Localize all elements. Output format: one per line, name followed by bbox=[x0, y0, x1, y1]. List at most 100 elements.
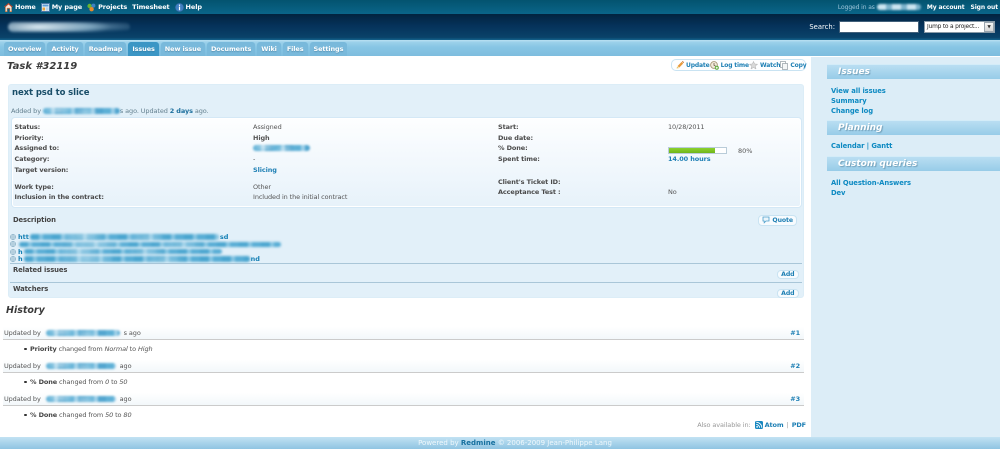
tab-overview[interactable]: Overview bbox=[4, 42, 46, 56]
change-mid: changed from bbox=[58, 344, 103, 353]
project-tabs-bar: Overview Activity Roadmap Issues New iss… bbox=[0, 40, 1000, 56]
redmine-link[interactable]: Redmine bbox=[461, 439, 496, 447]
sidebar-link-calendar[interactable]: Calendar bbox=[831, 142, 864, 150]
sidebar-link-all-question-answers[interactable]: All Question-Answers bbox=[831, 179, 911, 187]
atom-link[interactable]: Atom bbox=[765, 421, 784, 429]
project-tabs: Overview Activity Roadmap Issues New iss… bbox=[4, 42, 349, 56]
sidebar-link-change-log[interactable]: Change log bbox=[831, 107, 873, 115]
quote-button[interactable]: Quote bbox=[758, 214, 797, 226]
updated-ago-link[interactable]: 2 days bbox=[170, 107, 193, 115]
journal-number-link[interactable]: #3 bbox=[790, 393, 800, 406]
menu-item-home[interactable]: Home bbox=[4, 2, 36, 12]
tab-documents[interactable]: Documents bbox=[207, 42, 256, 56]
log-time-button[interactable]: Log time bbox=[709, 60, 750, 70]
change-mid2: to bbox=[129, 344, 136, 353]
sign-out-link[interactable]: Sign out bbox=[971, 4, 999, 11]
attr-label-due-date: Due date: bbox=[498, 133, 533, 142]
description-link[interactable]: h bbox=[10, 248, 223, 256]
search-area: Search: Jump to a project... ▼ bbox=[809, 20, 995, 34]
tab-wiki[interactable]: Wiki bbox=[257, 42, 281, 56]
copyright-label: © 2006-2009 Jean-Philippe Lang bbox=[497, 439, 612, 447]
quote-icon bbox=[762, 216, 770, 224]
pdf-link[interactable]: PDF bbox=[792, 421, 806, 429]
also-available-label: Also available in: bbox=[697, 421, 751, 429]
journal-entry: Updated by s ago #1 Priority changed fro… bbox=[3, 327, 804, 353]
menu-item-help[interactable]: Help bbox=[174, 2, 202, 12]
journal-number-link[interactable]: #2 bbox=[790, 360, 800, 373]
journal-change: % Done changed from 0 to 50 bbox=[3, 378, 804, 386]
search-label: Search: bbox=[809, 23, 835, 31]
tab-roadmap[interactable]: Roadmap bbox=[84, 42, 127, 56]
change-mid2: to bbox=[111, 377, 118, 386]
menu-item-label: My page bbox=[51, 3, 83, 11]
progress-bar bbox=[668, 146, 727, 154]
sidebar-link-view-all-issues[interactable]: View all issues bbox=[831, 87, 886, 95]
menu-item-label: Help bbox=[185, 3, 202, 11]
menu-item-label: Timesheet bbox=[132, 3, 170, 11]
footer: Powered by Redmine © 2006-2009 Jean-Phil… bbox=[0, 437, 1000, 449]
globe-icon bbox=[10, 234, 16, 240]
attr-value-spent-time[interactable]: 14.00 hours bbox=[668, 155, 711, 164]
attr-value-inclusion: Included in the initial contract bbox=[253, 192, 348, 201]
tab-new-issue[interactable]: New issue bbox=[160, 42, 206, 56]
menu-item-my-page[interactable]: My page bbox=[40, 2, 83, 12]
change-field: % Done bbox=[30, 377, 58, 386]
add-label: Add bbox=[781, 270, 795, 278]
menu-item-timesheet[interactable]: Timesheet bbox=[132, 3, 169, 11]
project-jump-select[interactable]: Jump to a project... ▼ bbox=[924, 21, 995, 33]
top-menu: Home My page Projects Timesheet Help bbox=[4, 0, 207, 14]
link-censored bbox=[29, 234, 219, 240]
my-account-link[interactable]: My account bbox=[927, 4, 965, 11]
update-button[interactable]: Update bbox=[676, 61, 710, 69]
search-input[interactable] bbox=[839, 21, 919, 33]
menu-item-label: Home bbox=[15, 3, 36, 11]
tab-files[interactable]: Files bbox=[282, 42, 308, 56]
watch-button[interactable]: Watch bbox=[748, 60, 781, 70]
attr-value-target-version[interactable]: Slicing bbox=[253, 166, 277, 175]
journal-user-censored bbox=[45, 363, 116, 369]
sidebar-links-separator: | bbox=[866, 142, 870, 150]
attr-value-work-type: Other bbox=[253, 182, 271, 191]
change-mid2: to bbox=[115, 410, 122, 419]
tab-issues[interactable]: Issues bbox=[128, 42, 159, 56]
journal-number-link[interactable]: #1 bbox=[790, 327, 800, 340]
journal-user-censored bbox=[45, 330, 120, 336]
description-link[interactable] bbox=[10, 241, 282, 248]
attr-label-category: Category: bbox=[14, 155, 50, 164]
sidebar-heading-issues: Issues bbox=[827, 63, 1000, 79]
added-mid: s ago. Updated bbox=[119, 106, 168, 115]
attr-label-assigned-to: Assigned to: bbox=[14, 144, 60, 153]
issue-attributes-panel: Status: Assigned Priority: High Assigned… bbox=[12, 118, 801, 207]
attr-label-inclusion: Inclusion in the contract: bbox=[14, 192, 104, 201]
copy-label: Copy bbox=[790, 61, 807, 69]
watchers-add-button[interactable]: Add bbox=[776, 288, 799, 298]
description-link[interactable]: htt sd bbox=[10, 233, 228, 241]
sidebar-link-dev[interactable]: Dev bbox=[831, 189, 845, 197]
related-issues-heading: Related issues bbox=[13, 265, 68, 274]
change-to: 50 bbox=[119, 377, 128, 386]
copy-icon bbox=[780, 60, 789, 70]
other-formats: Also available in: Atom | PDF bbox=[697, 421, 806, 429]
change-from: 50 bbox=[105, 410, 114, 419]
updated-by-label: Updated by bbox=[4, 395, 41, 403]
project-jump-value: Jump to a project... bbox=[927, 24, 980, 30]
attr-label-done: % Done: bbox=[498, 144, 528, 153]
journal-change: Priority changed from Normal to High bbox=[3, 345, 804, 353]
watchers-heading: Watchers bbox=[13, 284, 49, 293]
link-head: htt bbox=[18, 233, 29, 241]
sidebar-link-gantt[interactable]: Gantt bbox=[871, 142, 892, 150]
logged-in-as-label: Logged in as bbox=[837, 3, 875, 11]
tab-activity[interactable]: Activity bbox=[47, 42, 83, 56]
account-menu: Logged in as My account Sign out bbox=[838, 0, 998, 14]
section-divider bbox=[10, 262, 802, 264]
sidebar-link-summary[interactable]: Summary bbox=[831, 97, 867, 105]
menu-item-projects[interactable]: Projects bbox=[87, 3, 127, 12]
attr-label-acceptance-test: Acceptance Test : bbox=[498, 188, 561, 196]
related-issues-add-button[interactable]: Add bbox=[776, 269, 799, 279]
copy-button[interactable]: Copy bbox=[780, 60, 807, 70]
log-time-label: Log time bbox=[720, 61, 750, 69]
updated-ago: ago bbox=[119, 395, 132, 403]
globe-icon bbox=[10, 241, 16, 248]
description-link[interactable]: h nd bbox=[10, 255, 260, 263]
tab-settings[interactable]: Settings bbox=[309, 42, 348, 56]
